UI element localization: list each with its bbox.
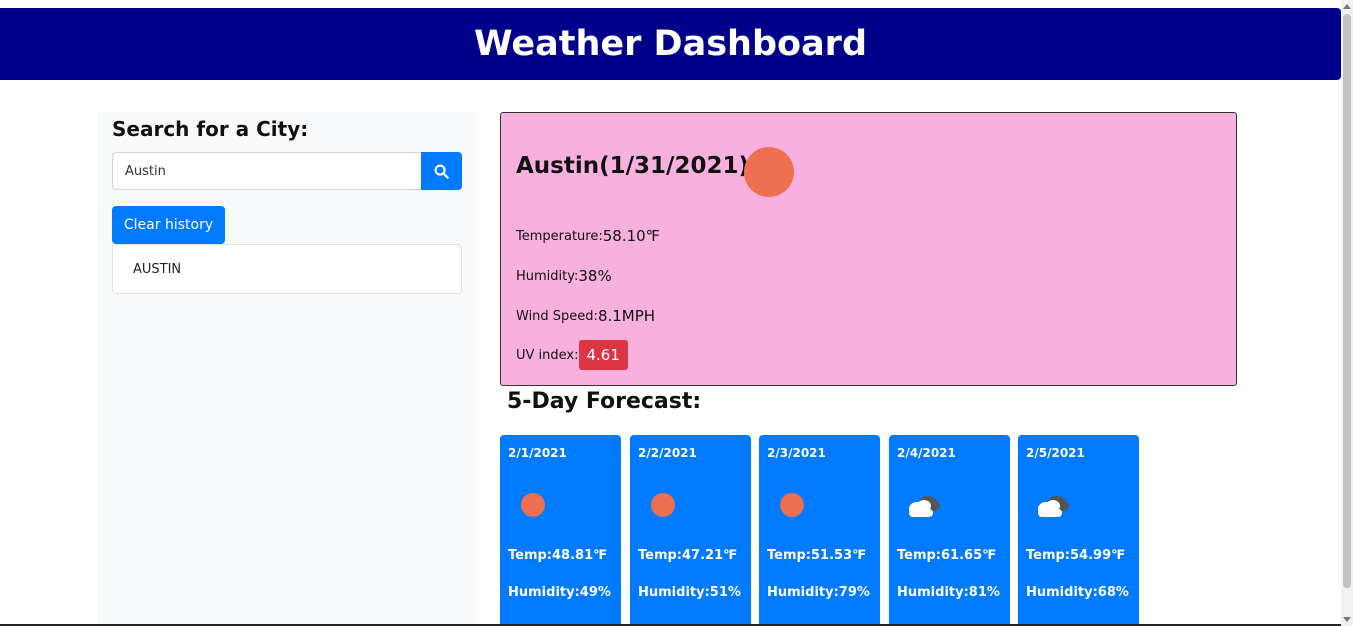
temperature-label: Temperature: [516, 228, 603, 244]
forecast-date: 2/1/2021 [508, 446, 567, 460]
forecast-date: 2/4/2021 [897, 446, 956, 460]
sun-icon [521, 493, 545, 517]
forecast-card: 2/4/2021 Temp:61.65℉ Humidity:81% [889, 435, 1010, 626]
sun-icon [780, 493, 804, 517]
sun-icon [651, 493, 675, 517]
forecast-heading: 5-Day Forecast: [507, 389, 702, 414]
temperature-value: 58.10℉ [602, 227, 660, 245]
scroll-up-arrow-icon[interactable] [1343, 4, 1351, 9]
forecast-humidity: Humidity:81% [897, 585, 1000, 600]
forecast-humidity: Humidity:49% [508, 585, 611, 600]
scroll-down-arrow-icon[interactable] [1343, 617, 1351, 622]
forecast-card: 2/2/2021 Temp:47.21℉ Humidity:51% [630, 435, 751, 626]
history-item[interactable]: AUSTIN [133, 262, 181, 277]
forecast-temp: Temp:54.99℉ [1026, 548, 1126, 563]
clear-history-button[interactable]: Clear history [112, 206, 225, 244]
search-history-list: AUSTIN [112, 244, 462, 294]
humidity-label: Humidity: [516, 268, 579, 284]
uv-index-badge: 4.61 [578, 340, 628, 370]
cloud-icon [1038, 496, 1069, 517]
wind-speed-value: 8.1MPH [597, 307, 656, 325]
uv-index-row: UV index: 4.61 [516, 340, 628, 370]
forecast-card: 2/3/2021 Temp:51.53℉ Humidity:79% [759, 435, 880, 626]
forecast-humidity: Humidity:51% [638, 585, 741, 600]
wind-speed-row: Wind Speed: 8.1MPH [516, 307, 655, 325]
city-search-input[interactable] [112, 152, 421, 190]
forecast-card: 2/5/2021 Temp:54.99℉ Humidity:68% [1018, 435, 1139, 626]
forecast-temp: Temp:51.53℉ [767, 548, 867, 563]
forecast-card: 2/1/2021 Temp:48.81℉ Humidity:49% [500, 435, 621, 626]
search-sidebar: Search for a City: Clear history AUSTIN [97, 112, 477, 626]
forecast-date: 2/2/2021 [638, 446, 697, 460]
forecast-date: 2/5/2021 [1026, 446, 1085, 460]
search-button[interactable] [421, 152, 462, 190]
sun-icon [744, 147, 794, 197]
current-weather-card: Austin(1/31/2021) Temperature: 58.10℉ Hum… [500, 112, 1237, 386]
forecast-temp: Temp:48.81℉ [508, 548, 608, 563]
forecast-date: 2/3/2021 [767, 446, 826, 460]
page-header: Weather Dashboard [0, 8, 1341, 80]
search-icon [434, 164, 449, 179]
cloud-icon [909, 496, 940, 517]
humidity-row: Humidity: 38% [516, 267, 612, 285]
scrollbar-thumb[interactable] [1343, 14, 1351, 588]
wind-speed-label: Wind Speed: [516, 308, 598, 324]
forecast-humidity: Humidity:68% [1026, 585, 1129, 600]
current-city-title: Austin(1/31/2021) [516, 153, 749, 179]
temperature-row: Temperature: 58.10℉ [516, 227, 660, 245]
uv-index-label: UV index: [516, 347, 579, 363]
forecast-temp: Temp:47.21℉ [638, 548, 738, 563]
humidity-value: 38% [578, 267, 612, 285]
page-title: Weather Dashboard [474, 24, 867, 64]
vertical-scrollbar[interactable] [1341, 0, 1353, 626]
search-heading: Search for a City: [112, 117, 309, 141]
forecast-temp: Temp:61.65℉ [897, 548, 997, 563]
forecast-humidity: Humidity:79% [767, 585, 870, 600]
